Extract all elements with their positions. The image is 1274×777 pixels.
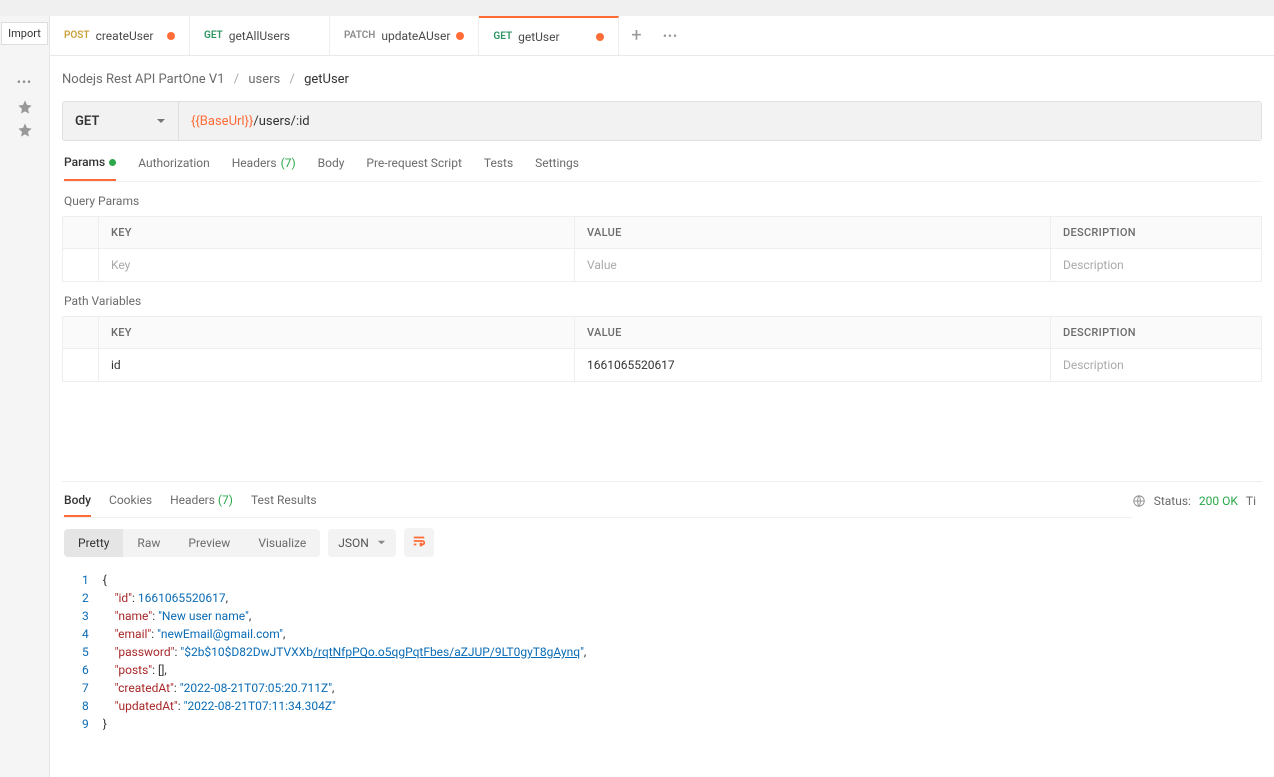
query-params-table: KEY VALUE DESCRIPTION Key Value Descript… xyxy=(62,216,1262,282)
col-key: KEY xyxy=(99,217,575,248)
request-subtabs: Params Authorization Headers (7) Body Pr… xyxy=(62,141,1262,182)
left-sidebar: Import ••• xyxy=(0,16,50,777)
tabs-more-icon[interactable]: ••• xyxy=(653,29,687,43)
star-icon[interactable] xyxy=(17,122,33,141)
json-code: { "id": 1661065520617, "name": "New user… xyxy=(103,571,587,773)
sidebar-more-icon[interactable]: ••• xyxy=(17,75,32,89)
desc-input[interactable]: Description xyxy=(1051,249,1261,281)
tab-label: updateAUser xyxy=(381,29,450,43)
request-tabs: POST createUser GET getAllUsers PATCH updateA… xyxy=(50,16,1274,56)
breadcrumb-part[interactable]: Nodejs Rest API PartOne V1 xyxy=(62,72,225,87)
view-preview[interactable]: Preview xyxy=(174,529,244,557)
response-status: Status: 200 OK Ti xyxy=(1132,492,1262,518)
value-input[interactable]: Value xyxy=(575,249,1051,281)
unsaved-dot-icon xyxy=(596,33,604,41)
path-vars-title: Path Variables xyxy=(62,282,1262,316)
tab-tests[interactable]: Tests xyxy=(484,155,513,181)
star-icon[interactable] xyxy=(17,99,33,118)
format-select[interactable]: JSON xyxy=(328,529,396,557)
tab-label: createUser xyxy=(96,29,154,43)
url-input[interactable]: {{BaseUrl}}/users/:id xyxy=(179,102,1261,140)
wrap-lines-button[interactable] xyxy=(404,528,434,557)
active-dot-icon xyxy=(109,159,116,166)
breadcrumb: Nodejs Rest API PartOne V1 / users / get… xyxy=(62,66,1262,101)
method-badge: POST xyxy=(64,30,90,41)
view-visualize[interactable]: Visualize xyxy=(244,529,320,557)
method-badge: GET xyxy=(204,30,223,41)
table-row[interactable]: Key Value Description xyxy=(63,249,1261,281)
breadcrumb-part[interactable]: users xyxy=(248,72,280,87)
value-input[interactable]: 1661065520617 xyxy=(575,349,1051,381)
resp-tab-testresults[interactable]: Test Results xyxy=(251,493,317,517)
view-mode-group: Pretty Raw Preview Visualize xyxy=(64,529,320,557)
breadcrumb-part[interactable]: getUser xyxy=(304,72,349,87)
view-pretty[interactable]: Pretty xyxy=(64,529,123,557)
col-desc: DESCRIPTION xyxy=(1051,317,1261,348)
method-badge: GET xyxy=(493,31,512,42)
method-badge: PATCH xyxy=(344,30,375,41)
tab-authorization[interactable]: Authorization xyxy=(138,155,210,181)
unsaved-dot-icon xyxy=(167,32,175,40)
tab-label: getAllUsers xyxy=(229,29,290,43)
request-tab-getUser[interactable]: GET getUser xyxy=(479,16,619,55)
tab-headers[interactable]: Headers (7) xyxy=(232,155,296,181)
desc-input[interactable]: Description xyxy=(1051,349,1261,381)
col-value: VALUE xyxy=(575,317,1051,348)
resp-tab-headers[interactable]: Headers (7) xyxy=(170,493,233,517)
resp-tab-body[interactable]: Body xyxy=(64,493,91,517)
response-tabs: Body Cookies Headers (7) Test Results xyxy=(62,493,1132,518)
tab-label: getUser xyxy=(518,30,559,44)
wrap-icon xyxy=(412,534,426,548)
url-bar: GET {{BaseUrl}}/users/:id xyxy=(62,101,1262,141)
col-desc: DESCRIPTION xyxy=(1051,217,1261,248)
chevron-down-icon xyxy=(156,116,166,126)
col-value: VALUE xyxy=(575,217,1051,248)
tab-settings[interactable]: Settings xyxy=(535,155,579,181)
col-key: KEY xyxy=(99,317,575,348)
request-tab-createUser[interactable]: POST createUser xyxy=(50,16,190,55)
tab-prerequest[interactable]: Pre-request Script xyxy=(366,155,461,181)
add-tab-button[interactable]: + xyxy=(619,25,653,46)
tab-params[interactable]: Params xyxy=(64,155,116,181)
globe-icon xyxy=(1132,494,1146,508)
table-row[interactable]: id 1661065520617 Description xyxy=(63,349,1261,381)
request-tab-getAllUsers[interactable]: GET getAllUsers xyxy=(190,16,330,55)
request-tab-updateAUser[interactable]: PATCH updateAUser xyxy=(330,16,479,55)
response-body[interactable]: 1 2 3 4 5 6 7 8 9 { "id": 1661065520617,… xyxy=(62,567,1262,777)
key-input[interactable]: id xyxy=(99,349,575,381)
path-vars-table: KEY VALUE DESCRIPTION id 1661065520617 D… xyxy=(62,316,1262,382)
key-input[interactable]: Key xyxy=(99,249,575,281)
query-params-title: Query Params xyxy=(62,182,1262,216)
chevron-down-icon xyxy=(377,538,386,547)
unsaved-dot-icon xyxy=(456,32,464,40)
resp-tab-cookies[interactable]: Cookies xyxy=(109,493,152,517)
tab-body[interactable]: Body xyxy=(318,155,345,181)
method-select[interactable]: GET xyxy=(63,102,179,140)
line-gutter: 1 2 3 4 5 6 7 8 9 xyxy=(62,571,103,773)
view-raw[interactable]: Raw xyxy=(123,529,174,557)
import-button[interactable]: Import xyxy=(1,22,48,45)
